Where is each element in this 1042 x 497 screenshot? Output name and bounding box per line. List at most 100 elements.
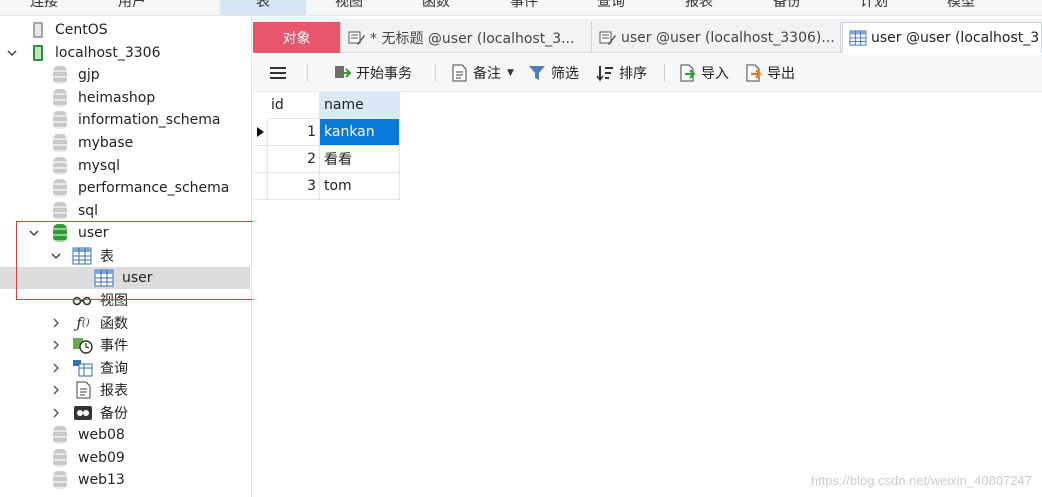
query-edit-icon <box>599 29 617 47</box>
tree-node-db-mysql[interactable]: mysql <box>0 155 250 177</box>
database-icon <box>53 449 67 467</box>
cell-id[interactable]: 2 <box>268 146 320 173</box>
export-button[interactable]: 导出 <box>744 62 795 84</box>
tree-node-queries[interactable]: 查询 <box>0 357 250 379</box>
tab-query-untitled[interactable]: * 无标题 @user (localhost_3... <box>342 22 592 53</box>
tree-node-tables-folder[interactable]: 表 <box>0 245 250 267</box>
toolbar-divider <box>307 64 308 82</box>
menu-user[interactable]: 用户 <box>118 0 146 11</box>
import-button[interactable]: 导入 <box>678 62 729 84</box>
cell-name[interactable]: kankan <box>320 119 400 146</box>
database-icon <box>53 89 67 107</box>
menu-schedule[interactable]: 计划 <box>860 0 888 11</box>
database-icon <box>53 157 67 175</box>
menu-query[interactable]: 查询 <box>597 0 625 11</box>
tree-label: CentOS <box>55 22 108 38</box>
menu-view[interactable]: 视图 <box>335 0 363 11</box>
tree-label: 备份 <box>100 406 128 422</box>
tree-label: performance_schema <box>78 180 230 196</box>
query-edit-icon <box>348 29 366 47</box>
menu-model[interactable]: 模型 <box>947 0 975 11</box>
sort-icon <box>596 64 614 82</box>
tree-label: user <box>122 270 153 286</box>
tree-node-db-mybase[interactable]: mybase <box>0 132 250 154</box>
view-icon <box>72 292 92 308</box>
row-marker <box>253 146 268 173</box>
tree-node-localhost[interactable]: localhost_3306 <box>0 42 250 64</box>
database-icon <box>53 66 67 84</box>
current-row-arrow-icon <box>256 127 264 137</box>
database-icon <box>53 224 67 242</box>
menu-connection[interactable]: 连接 <box>30 0 58 11</box>
tree-label: web13 <box>78 472 125 488</box>
dropdown-arrow-icon[interactable]: ▼ <box>507 68 514 78</box>
tree-node-table-user[interactable]: user <box>0 267 250 289</box>
tab-query-user[interactable]: user @user (localhost_3306)... <box>593 22 841 53</box>
tree-label: 事件 <box>100 338 128 354</box>
database-icon <box>53 202 67 220</box>
query-icon <box>72 359 94 377</box>
tree-node-db-gjp[interactable]: gjp <box>0 64 250 86</box>
row-marker <box>253 119 268 146</box>
tree-node-db-information-schema[interactable]: information_schema <box>0 109 250 131</box>
menu-backup[interactable]: 备份 <box>773 0 801 11</box>
tree-label: sql <box>78 203 99 219</box>
filter-label: 筛选 <box>551 66 579 82</box>
chevron-down-icon[interactable] <box>6 47 18 59</box>
tree-label: 报表 <box>100 383 128 399</box>
tree-node-functions[interactable]: ƒ() 函数 <box>0 312 250 334</box>
menu-function[interactable]: 函数 <box>422 0 450 11</box>
chevron-right-icon[interactable] <box>50 339 62 351</box>
note-button[interactable]: 备注 ▼ <box>450 62 514 84</box>
tree-node-db-web09[interactable]: web09 <box>0 447 250 469</box>
tree-label: information_schema <box>78 112 221 128</box>
database-icon <box>53 471 67 489</box>
tab-table-user[interactable]: user @user (localhost_3 <box>842 22 1042 53</box>
sort-button[interactable]: 排序 <box>596 62 647 84</box>
filter-button[interactable]: 筛选 <box>528 62 579 84</box>
begin-transaction-button[interactable]: 开始事务 <box>333 62 412 84</box>
cell-name[interactable]: tom <box>320 173 400 200</box>
tab-objects[interactable]: 对象 <box>253 22 341 53</box>
tree-node-views[interactable]: 视图 <box>0 289 250 311</box>
column-header-name[interactable]: name <box>320 92 400 119</box>
tree-label: mybase <box>78 135 134 151</box>
chevron-right-icon[interactable] <box>50 317 62 329</box>
column-header-id[interactable]: id <box>268 92 320 119</box>
tree-node-db-heimashop[interactable]: heimashop <box>0 87 250 109</box>
event-icon <box>72 336 94 354</box>
database-icon <box>53 426 67 444</box>
cell-id[interactable]: 1 <box>268 119 320 146</box>
cell-id[interactable]: 3 <box>268 173 320 200</box>
chevron-right-icon[interactable] <box>50 362 62 374</box>
tree-node-db-web13[interactable]: web13 <box>0 469 250 491</box>
table-toolbar: 开始事务 备注 ▼ 筛选 排序 导入 导出 <box>253 54 1042 92</box>
menu-button[interactable] <box>269 62 292 84</box>
chevron-down-icon[interactable] <box>28 227 40 239</box>
tree-node-db-web08[interactable]: web08 <box>0 424 250 446</box>
data-grid[interactable]: id name 1 kankan 2 看看 3 tom <box>253 92 1042 497</box>
tree-node-db-sql[interactable]: sql <box>0 200 250 222</box>
menu-event[interactable]: 事件 <box>510 0 538 11</box>
chevron-down-icon[interactable] <box>50 250 62 262</box>
import-icon <box>678 64 696 82</box>
table-icon <box>72 247 92 265</box>
connection-icon <box>32 44 44 62</box>
navigation-tree[interactable]: CentOS localhost_3306 gjp heimashop info… <box>0 16 252 497</box>
tree-node-events[interactable]: 事件 <box>0 334 250 356</box>
cell-name[interactable]: 看看 <box>320 146 400 173</box>
report-icon <box>74 381 92 399</box>
tree-node-db-user[interactable]: user <box>0 222 250 244</box>
tree-node-db-performance-schema[interactable]: performance_schema <box>0 177 250 199</box>
transaction-icon <box>333 64 351 82</box>
row-marker <box>253 173 268 200</box>
chevron-right-icon[interactable] <box>50 384 62 396</box>
tree-node-backups[interactable]: 备份 <box>0 402 250 424</box>
menu-table[interactable]: 表 <box>220 0 306 15</box>
tree-node-centos[interactable]: CentOS <box>0 19 250 41</box>
menu-report[interactable]: 报表 <box>685 0 713 11</box>
chevron-right-icon[interactable] <box>50 407 62 419</box>
tree-node-reports[interactable]: 报表 <box>0 379 250 401</box>
import-label: 导入 <box>701 66 729 82</box>
begin-transaction-label: 开始事务 <box>356 66 412 82</box>
